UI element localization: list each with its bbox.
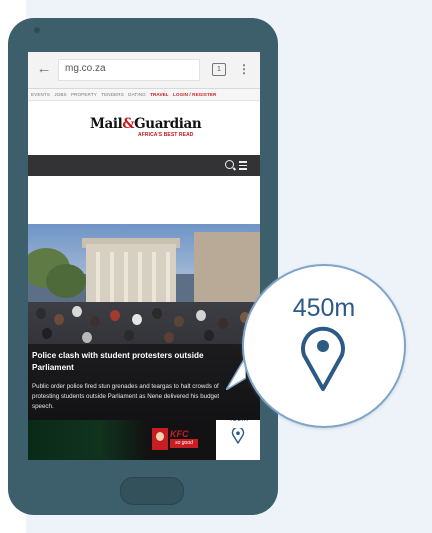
nav-item-events[interactable]: EVENTS bbox=[31, 92, 50, 97]
ad-banner[interactable]: KFC so good 450m bbox=[28, 420, 260, 460]
article-headline[interactable]: Police clash with student protesters out… bbox=[32, 350, 232, 374]
crowd-figure bbox=[72, 306, 82, 317]
crowd-figure bbox=[54, 314, 64, 325]
tabs-icon[interactable]: 1 bbox=[212, 63, 226, 76]
crowd-figure bbox=[164, 332, 174, 343]
location-pin-icon bbox=[301, 326, 345, 391]
kfc-colonel-icon bbox=[152, 428, 168, 450]
crowd-figure bbox=[82, 332, 92, 343]
kfc-logo: KFC so good bbox=[152, 428, 204, 450]
callout-distance: 450m bbox=[292, 294, 356, 322]
hamburger-menu-icon[interactable] bbox=[239, 161, 247, 170]
nav-item-login-register[interactable]: LOGIN / REGISTER bbox=[173, 92, 216, 97]
photo-column bbox=[166, 252, 170, 308]
crowd-figure bbox=[204, 330, 214, 341]
photo-column bbox=[124, 252, 128, 308]
site-toolbar bbox=[28, 155, 260, 176]
nav-item-tenders[interactable]: TENDERS bbox=[101, 92, 124, 97]
site-logo[interactable]: Mail&Guardian AFRICA'S BEST READ bbox=[90, 116, 202, 142]
ad-distance: 450m bbox=[216, 420, 260, 423]
nav-item-property[interactable]: PROPERTY bbox=[71, 92, 97, 97]
crowd-figure bbox=[152, 308, 162, 319]
crowd-figure bbox=[90, 316, 100, 327]
url-field[interactable]: mg.co.za bbox=[58, 59, 200, 81]
nav-item-jobs[interactable]: JOBS bbox=[54, 92, 66, 97]
photo-column bbox=[138, 252, 142, 308]
photo-tree bbox=[46, 264, 86, 298]
crowd-figure bbox=[124, 330, 134, 341]
crowd-figure bbox=[132, 314, 142, 325]
home-button[interactable] bbox=[120, 477, 184, 505]
phone-speaker bbox=[34, 27, 40, 33]
photo-column bbox=[110, 252, 114, 308]
crowd-figure bbox=[174, 316, 184, 327]
logo-wordmark: Mail&Guardian bbox=[90, 116, 202, 132]
phone-device: ← mg.co.za 1 ⋮ EVENTS JOBS PROPERTY TEND… bbox=[8, 18, 278, 515]
overflow-menu-icon[interactable]: ⋮ bbox=[238, 61, 250, 77]
distance-callout: 450m bbox=[242, 264, 406, 428]
article-summary: Public order police fired stun grenades … bbox=[32, 383, 220, 410]
crowd-figure bbox=[36, 308, 46, 319]
ad-distance-tile: 450m bbox=[216, 420, 260, 460]
crowd-figure bbox=[196, 310, 206, 321]
crowd-figure bbox=[110, 310, 120, 321]
ad-brand: KFC bbox=[170, 429, 189, 439]
crowd-figure bbox=[42, 328, 52, 339]
back-arrow-icon[interactable]: ← bbox=[36, 61, 52, 77]
nav-item-travel[interactable]: TRAVEL bbox=[150, 92, 169, 97]
site-nav: EVENTS JOBS PROPERTY TENDERS DATING TRAV… bbox=[28, 89, 260, 101]
photo-column bbox=[96, 252, 100, 308]
phone-screen: ← mg.co.za 1 ⋮ EVENTS JOBS PROPERTY TEND… bbox=[28, 52, 260, 460]
nav-item-dating[interactable]: DATING bbox=[128, 92, 146, 97]
ad-brand-tagline: so good bbox=[170, 439, 198, 448]
ad-background bbox=[28, 420, 148, 460]
location-pin-icon bbox=[231, 428, 245, 444]
search-icon[interactable] bbox=[225, 160, 234, 169]
logo-tagline: AFRICA'S BEST READ bbox=[138, 132, 194, 138]
article-photo[interactable]: Police clash with student protesters out… bbox=[28, 224, 260, 420]
url-text: mg.co.za bbox=[65, 63, 106, 74]
photo-column bbox=[152, 252, 156, 308]
browser-address-bar: ← mg.co.za 1 ⋮ bbox=[28, 52, 260, 89]
crowd-figure bbox=[218, 318, 228, 329]
